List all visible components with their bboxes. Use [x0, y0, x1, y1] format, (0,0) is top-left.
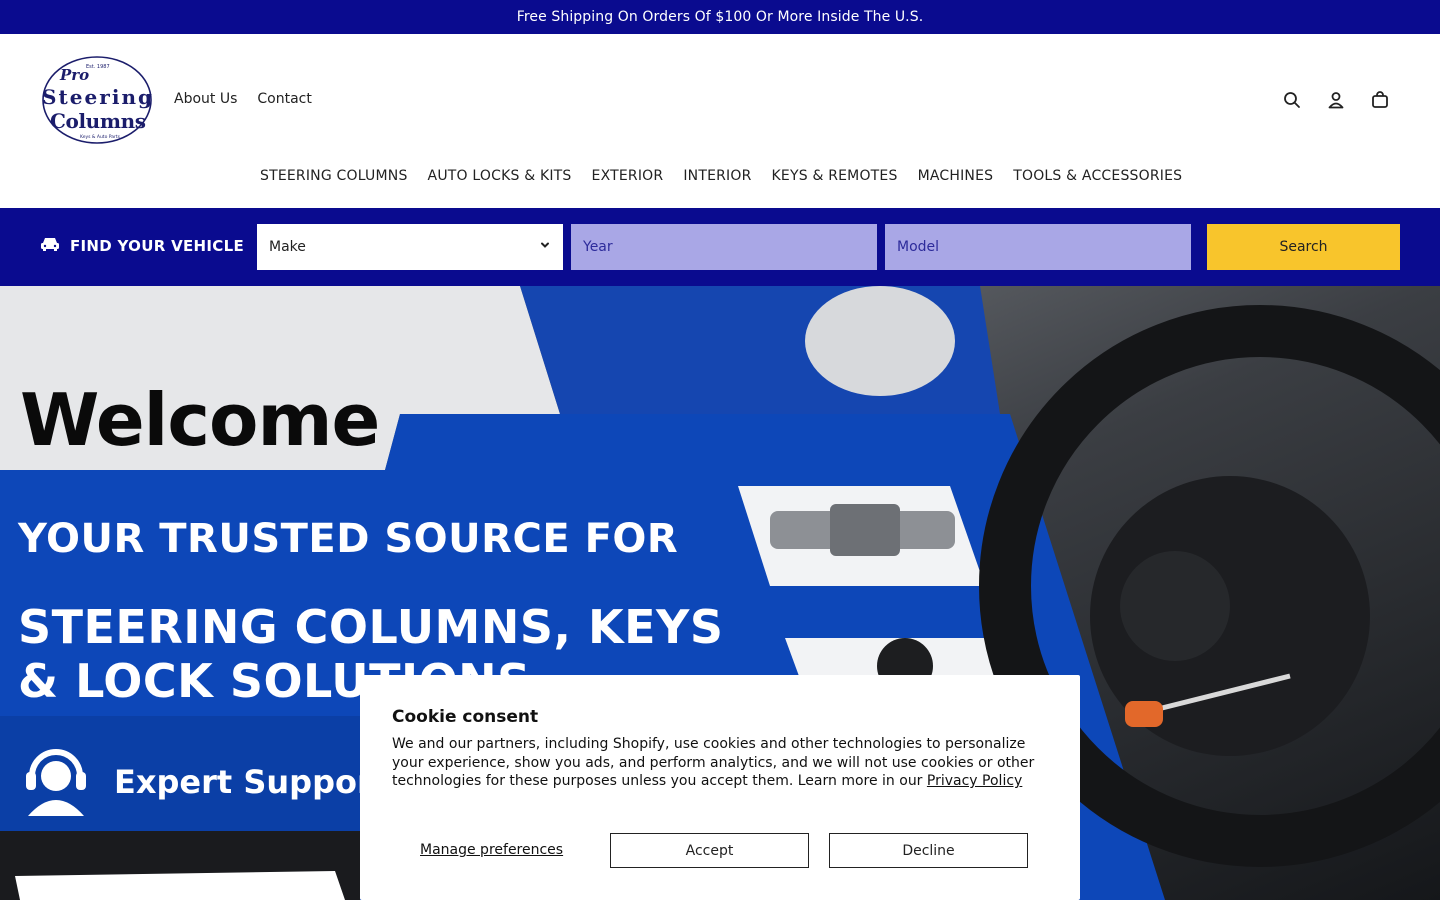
announcement-text: Free Shipping On Orders Of $100 Or More … [516, 9, 924, 25]
finder-title: FIND YOUR VEHICLE [40, 236, 244, 256]
expert-support: Expert Support [24, 744, 388, 820]
nav-link-contact[interactable]: Contact [257, 91, 311, 107]
logo-text-est: Est. 1987 [86, 64, 110, 70]
nav-exterior[interactable]: EXTERIOR [592, 168, 664, 184]
nav-tools-accessories[interactable]: TOOLS & ACCESSORIES [1013, 168, 1182, 184]
cookie-title: Cookie consent [392, 707, 539, 727]
hero-tagline: YOUR TRUSTED SOURCE FOR [18, 516, 679, 562]
make-select[interactable]: Make [257, 224, 563, 270]
finder-title-text: FIND YOUR VEHICLE [70, 237, 244, 255]
chevron-down-icon [539, 239, 551, 255]
year-select[interactable]: Year [571, 224, 877, 270]
site-header: Pro Est. 1987 Steering Columns Keys & Au… [0, 34, 1440, 208]
logo-text-steering: Steering [42, 85, 152, 109]
nav-interior[interactable]: INTERIOR [683, 168, 751, 184]
vehicle-search-button[interactable]: Search [1207, 224, 1400, 270]
model-select-label: Model [897, 239, 940, 255]
nav-keys-remotes[interactable]: KEYS & REMOTES [772, 168, 898, 184]
model-select[interactable]: Model [885, 224, 1191, 270]
cookie-consent-dialog: Cookie consent We and our partners, incl… [360, 675, 1080, 900]
support-text: Expert Support [114, 763, 389, 801]
announcement-bar: Free Shipping On Orders Of $100 Or More … [0, 0, 1440, 34]
manage-preferences-link[interactable]: Manage preferences [420, 842, 563, 858]
account-icon[interactable] [1326, 90, 1346, 110]
main-navigation: STEERING COLUMNS AUTO LOCKS & KITS EXTER… [260, 168, 1182, 184]
year-select-label: Year [583, 239, 613, 255]
make-select-label: Make [269, 239, 306, 255]
site-logo[interactable]: Pro Est. 1987 Steering Columns Keys & Au… [38, 54, 156, 146]
hero-welcome: Welcome [20, 378, 380, 462]
cart-icon[interactable] [1370, 90, 1390, 110]
logo-text-pro: Pro [59, 66, 89, 84]
header-icons [1282, 90, 1390, 110]
nav-link-about-us[interactable]: About Us [174, 91, 237, 107]
nav-auto-locks-kits[interactable]: AUTO LOCKS & KITS [428, 168, 572, 184]
search-icon[interactable] [1282, 90, 1302, 110]
hero-headline-line1: STEERING COLUMNS, KEYS [18, 600, 724, 654]
nav-steering-columns[interactable]: STEERING COLUMNS [260, 168, 408, 184]
nav-machines[interactable]: MACHINES [918, 168, 994, 184]
logo-text-columns: Columns [50, 109, 146, 133]
car-icon [40, 236, 60, 256]
privacy-policy-link[interactable]: Privacy Policy [927, 773, 1022, 789]
vehicle-finder: FIND YOUR VEHICLE Make Year Model Search [0, 208, 1440, 286]
support-headset-icon [24, 744, 88, 820]
decline-button[interactable]: Decline [829, 833, 1028, 868]
cookie-body: We and our partners, including Shopify, … [392, 735, 1042, 791]
accept-button[interactable]: Accept [610, 833, 809, 868]
cookie-actions: Manage preferences Accept Decline [392, 833, 1048, 869]
top-links: About Us Contact [174, 91, 312, 107]
logo-text-tagline: Keys & Auto Parts [80, 134, 121, 140]
